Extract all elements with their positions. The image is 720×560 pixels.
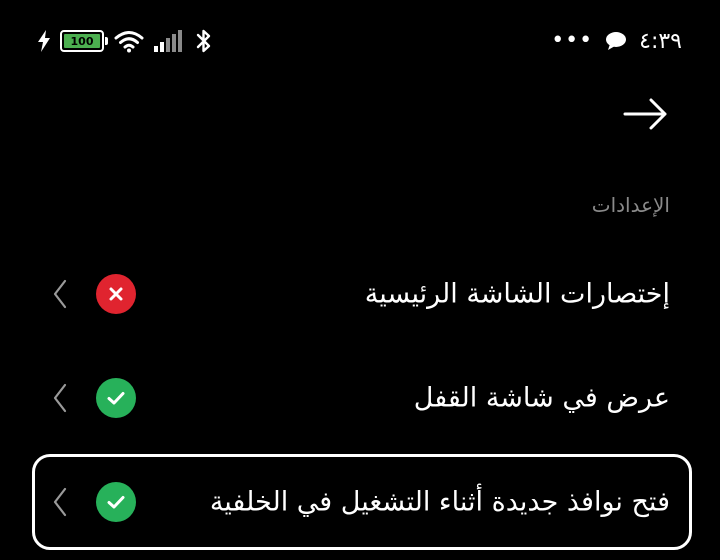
- setting-label: إختصارات الشاشة الرئيسية: [364, 278, 670, 310]
- setting-row-background-windows[interactable]: فتح نوافذ جديدة أثناء التشغيل في الخلفية: [32, 454, 692, 550]
- status-allowed-icon: [96, 378, 136, 418]
- chat-bubble-icon: [606, 32, 627, 50]
- clock: ٤:٣٩: [639, 28, 682, 54]
- status-bar-right: ••• ٤:٣٩: [539, 24, 682, 58]
- status-bar: 100 ••• ٤:٣٩: [0, 0, 720, 80]
- bluetooth-icon: [196, 29, 211, 53]
- charging-icon: [38, 30, 50, 52]
- battery-level: 100: [64, 34, 100, 48]
- chevron-left-icon: [53, 487, 67, 517]
- section-title: الإعدادات: [591, 193, 670, 217]
- signal-icon: [154, 30, 182, 52]
- status-allowed-icon: [96, 482, 136, 522]
- setting-label: عرض في شاشة القفل: [413, 382, 670, 414]
- setting-row-lock-screen[interactable]: عرض في شاشة القفل: [32, 350, 692, 446]
- more-dots-icon: •••: [551, 28, 594, 53]
- status-denied-icon: [96, 274, 136, 314]
- battery-icon: 100: [60, 30, 108, 52]
- setting-label: فتح نوافذ جديدة أثناء التشغيل في الخلفية: [209, 486, 670, 518]
- chevron-left-icon: [53, 279, 67, 309]
- back-button[interactable]: [622, 94, 670, 134]
- arrow-right-icon: [623, 98, 667, 130]
- chevron-left-icon: [53, 383, 67, 413]
- status-bar-left: 100: [38, 24, 222, 58]
- wifi-icon: [114, 31, 144, 53]
- setting-row-home-shortcuts[interactable]: إختصارات الشاشة الرئيسية: [32, 246, 692, 342]
